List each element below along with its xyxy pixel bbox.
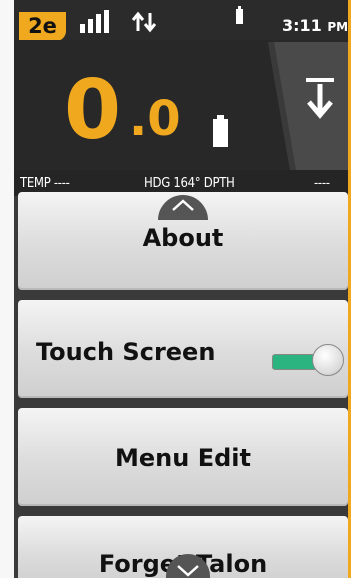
toggle-knob: [312, 344, 344, 376]
status-bar: 2e 3:11 PM: [14, 0, 351, 41]
menu-item-touch-screen[interactable]: Touch Screen: [18, 300, 348, 398]
menu-item-label: About: [142, 224, 224, 252]
clock-ampm: PM: [327, 20, 349, 34]
touch-screen-toggle[interactable]: [270, 344, 344, 376]
device-screen: 2e 3:11 PM 0 .0 TEMP ---- HDG 164° DPTH …: [14, 0, 351, 578]
menu-list: About Touch Screen Menu Edit Forget Talo…: [14, 192, 351, 578]
scroll-down-icon[interactable]: [164, 552, 212, 578]
battery-icon: [236, 6, 243, 24]
temp-reading: TEMP ----: [20, 176, 70, 191]
clock-time: 3:11: [282, 16, 322, 35]
speed-decimal: .0: [129, 91, 181, 147]
menu-item-label: Touch Screen: [36, 338, 216, 366]
depth-reading: ----: [314, 176, 330, 191]
battery-level-icon: [213, 115, 228, 147]
mode-badge: 2e: [19, 12, 66, 41]
scroll-up-icon[interactable]: [158, 188, 208, 220]
anchor-down-icon: [306, 78, 334, 119]
transfer-icon: [131, 11, 157, 33]
signal-icon: [80, 10, 109, 33]
speed-integer: 0: [64, 63, 122, 158]
clock: 3:11 PM: [282, 16, 348, 35]
menu-item-menu-edit[interactable]: Menu Edit: [18, 408, 348, 506]
anchor-button[interactable]: [250, 42, 351, 170]
menu-item-label: Menu Edit: [115, 444, 251, 472]
